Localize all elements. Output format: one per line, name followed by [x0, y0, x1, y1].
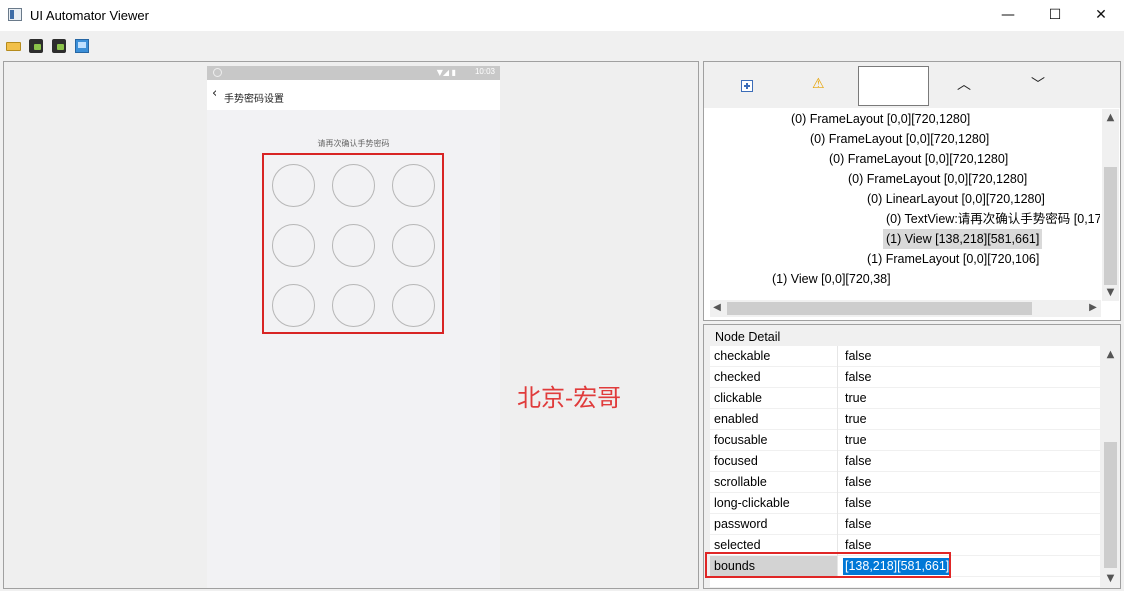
- detail-value: false: [845, 454, 872, 468]
- search-input[interactable]: [858, 66, 929, 106]
- window-title: UI Automator Viewer: [30, 8, 149, 23]
- save-icon[interactable]: [73, 37, 91, 55]
- tree-node[interactable]: (0) FrameLayout [0,0][720,1280]: [826, 149, 1011, 169]
- detail-row[interactable]: checkable false: [710, 346, 1100, 367]
- node-detail-table[interactable]: checkable false checked false clickable true e…: [710, 346, 1100, 587]
- tree-node[interactable]: (1) FrameLayout [0,0][720,106]: [864, 249, 1042, 269]
- selected-node-highlight: [262, 153, 444, 334]
- detail-row[interactable]: focusable true: [710, 430, 1100, 451]
- detail-value: false: [845, 475, 872, 489]
- detail-value: false: [845, 370, 872, 384]
- detail-key: enabled: [710, 409, 838, 430]
- detail-row[interactable]: password false: [710, 514, 1100, 535]
- scroll-down-icon[interactable]: ▼: [1102, 573, 1119, 584]
- signal-battery-icon: ▼◢ ▮: [436, 68, 456, 77]
- app-icon: [8, 8, 22, 21]
- chevron-down-icon[interactable]: ﹀: [1031, 74, 1045, 94]
- detail-row[interactable]: scrollable false: [710, 472, 1100, 493]
- detail-value: true: [845, 433, 867, 447]
- hierarchy-panel: ⚠ ︿ ﹀ (0) FrameLayout [0,0][720,1280] (0)…: [703, 61, 1121, 321]
- tree-node[interactable]: (1) View [0,0][720,38]: [769, 269, 894, 289]
- detail-key: long-clickable: [710, 493, 838, 514]
- minimize-button[interactable]: —: [985, 0, 1031, 31]
- detail-value: false: [845, 517, 872, 531]
- hierarchy-tree[interactable]: (0) FrameLayout [0,0][720,1280] (0) Frame…: [710, 109, 1100, 301]
- open-icon[interactable]: [5, 37, 23, 55]
- tree-node-selected[interactable]: (1) View [138,218][581,661]: [883, 229, 1043, 249]
- scroll-thumb[interactable]: [727, 302, 1032, 315]
- scroll-down-icon[interactable]: ▼: [1102, 287, 1119, 298]
- expand-all-icon[interactable]: [741, 80, 753, 92]
- main-toolbar: [0, 37, 1124, 59]
- detail-value: true: [845, 412, 867, 426]
- detail-key: checkable: [710, 346, 838, 367]
- maximize-button[interactable]: ☐: [1032, 0, 1078, 31]
- detail-row[interactable]: long-clickable false: [710, 493, 1100, 514]
- title-bar: UI Automator Viewer — ☐ ✕: [0, 0, 1124, 31]
- detail-key: focusable: [710, 430, 838, 451]
- tree-node[interactable]: (0) TextView:请再次确认手势密码 [0,17: [883, 209, 1100, 229]
- scroll-up-icon[interactable]: ▲: [1102, 112, 1119, 123]
- back-icon[interactable]: ‹: [212, 87, 217, 101]
- tree-node[interactable]: (0) LinearLayout [0,0][720,1280]: [864, 189, 1048, 209]
- detail-row[interactable]: clickable true: [710, 388, 1100, 409]
- scroll-thumb[interactable]: [1104, 167, 1117, 285]
- detail-key: checked: [710, 367, 838, 388]
- scroll-up-icon[interactable]: ▲: [1102, 349, 1119, 360]
- node-detail-panel: Node Detail checkable false checked false cl…: [703, 324, 1121, 589]
- tree-node[interactable]: (0) FrameLayout [0,0][720,1280]: [845, 169, 1030, 189]
- tree-node[interactable]: (0) FrameLayout [0,0][720,1280]: [807, 129, 992, 149]
- detail-key: focused: [710, 451, 838, 472]
- status-notification-icon: [213, 68, 222, 77]
- detail-value: true: [845, 391, 867, 405]
- status-time: 10:03: [474, 67, 495, 76]
- bounds-highlight: [705, 552, 951, 578]
- detail-value: false: [845, 496, 872, 510]
- scroll-left-icon[interactable]: ◀: [710, 302, 724, 313]
- hierarchy-toolbar: ⚠ ︿ ﹀: [704, 62, 1120, 108]
- scroll-right-icon[interactable]: ▶: [1086, 302, 1100, 313]
- detail-key: scrollable: [710, 472, 838, 493]
- detail-vertical-scrollbar[interactable]: ▲ ▼: [1102, 346, 1119, 587]
- device-screenshot-compressed-icon[interactable]: [50, 37, 68, 55]
- scroll-thumb[interactable]: [1104, 442, 1117, 568]
- detail-row[interactable]: checked false: [710, 367, 1100, 388]
- status-bar: ▼◢ ▮ 10:03: [207, 66, 500, 80]
- app-window: UI Automator Viewer — ☐ ✕ ▼◢ ▮ 10:03 ‹ 手…: [0, 0, 1124, 591]
- detail-key: clickable: [710, 388, 838, 409]
- watermark-text: 北京-宏哥: [517, 384, 622, 412]
- screenshot-panel[interactable]: ▼◢ ▮ 10:03 ‹ 手势密码设置 请再次确认手势密码 北京-宏哥: [3, 61, 699, 589]
- chevron-up-icon[interactable]: ︿: [957, 74, 971, 94]
- page-title: 手势密码设置: [224, 94, 284, 105]
- app-bar: ‹ 手势密码设置: [207, 80, 500, 110]
- warning-icon[interactable]: ⚠: [812, 76, 825, 92]
- close-button[interactable]: ✕: [1078, 0, 1124, 31]
- detail-row[interactable]: enabled true: [710, 409, 1100, 430]
- detail-row[interactable]: focused false: [710, 451, 1100, 472]
- pattern-prompt: 请再次确认手势密码: [317, 139, 390, 148]
- tree-node[interactable]: (0) FrameLayout [0,0][720,1280]: [788, 109, 973, 129]
- tree-vertical-scrollbar[interactable]: ▲ ▼: [1102, 109, 1119, 301]
- tree-horizontal-scrollbar[interactable]: ◀ ▶: [710, 300, 1101, 317]
- device-screenshot-icon[interactable]: [27, 37, 45, 55]
- detail-value: false: [845, 349, 872, 363]
- node-detail-title: Node Detail: [714, 330, 782, 344]
- detail-key: password: [710, 514, 838, 535]
